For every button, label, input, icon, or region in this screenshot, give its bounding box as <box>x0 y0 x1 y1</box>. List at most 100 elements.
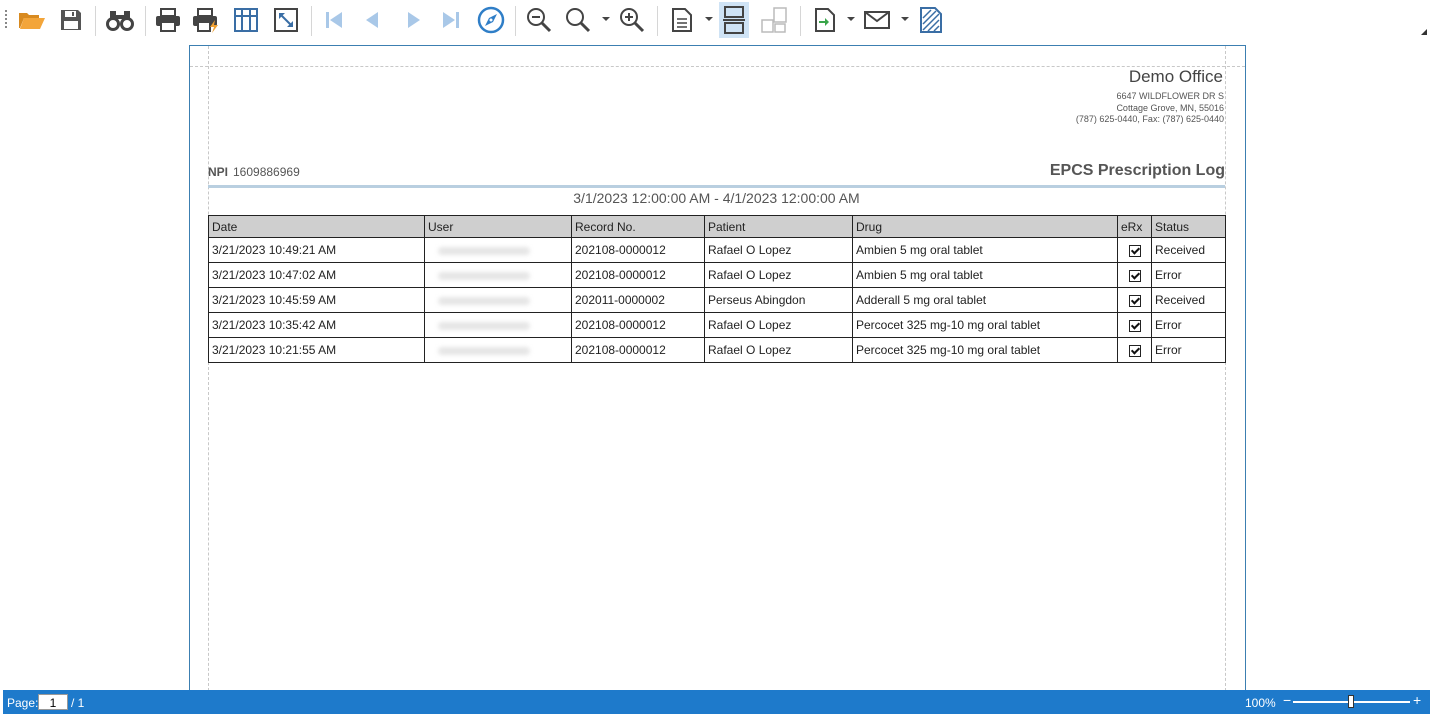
cell-date: 3/21/2023 10:35:42 AM <box>208 312 425 338</box>
column-header-user: User <box>424 215 572 238</box>
export-icon[interactable] <box>810 5 840 35</box>
column-header-patient: Patient <box>704 215 853 238</box>
toolbar-separator <box>145 6 146 36</box>
zoom-in-icon[interactable] <box>617 5 647 35</box>
column-header-drug: Drug <box>852 215 1118 238</box>
multiple-pages-icon[interactable] <box>759 5 789 35</box>
open-folder-icon[interactable] <box>17 5 47 35</box>
cell-date: 3/21/2023 10:21:55 AM <box>208 337 425 363</box>
cell-erx <box>1117 337 1152 363</box>
cell-erx <box>1117 262 1152 288</box>
cell-drug: Ambien 5 mg oral tablet <box>852 262 1118 288</box>
cell-patient: Perseus Abingdon <box>704 287 853 313</box>
save-icon[interactable] <box>56 5 86 35</box>
fit-page-icon[interactable] <box>271 5 301 35</box>
table-row: 3/21/2023 10:21:55 AM 202108-0000012 Raf… <box>208 337 1226 363</box>
table-row: 3/21/2023 10:35:42 AM 202108-0000012 Raf… <box>208 312 1226 338</box>
npi-label: NPI <box>208 165 229 179</box>
cell-drug: Ambien 5 mg oral tablet <box>852 237 1118 263</box>
zoom-icon[interactable] <box>563 5 593 35</box>
margin-guide <box>1225 46 1226 706</box>
margin-guide <box>190 66 1245 67</box>
office-address-line1: 6647 WILDFLOWER DR S <box>1116 91 1224 101</box>
cell-user-redacted <box>424 237 572 263</box>
erx-checkbox <box>1129 344 1141 357</box>
cell-date: 3/21/2023 10:45:59 AM <box>208 287 425 313</box>
zoom-minus-button[interactable]: − <box>1283 692 1291 708</box>
quick-print-icon[interactable] <box>191 5 221 35</box>
table-header-row: Date User Record No. Patient Drug eRx St… <box>208 215 1226 238</box>
erx-checkbox <box>1129 244 1141 257</box>
zoom-out-icon[interactable] <box>524 5 554 35</box>
npi-value: 1609886969 <box>233 165 300 179</box>
zoom-slider-thumb[interactable] <box>1348 695 1354 708</box>
export-dropdown-arrow[interactable] <box>847 17 855 21</box>
cell-drug: Adderall 5 mg oral tablet <box>852 287 1118 313</box>
cell-drug: Percocet 325 mg-10 mg oral tablet <box>852 337 1118 363</box>
cell-user-redacted <box>424 287 572 313</box>
toolbar-separator <box>515 6 516 36</box>
toolbar-separator <box>95 6 96 36</box>
first-page-icon[interactable] <box>319 5 349 35</box>
table-row: 3/21/2023 10:47:02 AM 202108-0000012 Raf… <box>208 262 1226 288</box>
toolbar-grip[interactable] <box>5 10 7 28</box>
column-header-status: Status <box>1151 215 1226 238</box>
send-email-icon[interactable] <box>862 5 892 35</box>
cell-record: 202108-0000012 <box>571 237 705 263</box>
continuous-page-icon[interactable] <box>719 2 749 38</box>
cell-drug: Percocet 325 mg-10 mg oral tablet <box>852 312 1118 338</box>
find-icon[interactable] <box>105 5 135 35</box>
page-label: Page: <box>7 696 39 710</box>
cell-status: Received <box>1151 237 1226 263</box>
next-page-icon[interactable] <box>399 5 429 35</box>
title-divider <box>208 185 1225 188</box>
cell-erx <box>1117 287 1152 313</box>
cell-record: 202108-0000012 <box>571 312 705 338</box>
page-setup-icon[interactable] <box>231 5 261 35</box>
status-bar: Page: 1 / 1 100% − + <box>3 690 1430 714</box>
redacted-user <box>438 346 530 355</box>
erx-checkbox <box>1129 294 1141 307</box>
redacted-user <box>438 271 530 280</box>
column-header-record: Record No. <box>571 215 705 238</box>
zoom-plus-button[interactable]: + <box>1413 692 1421 708</box>
toolbar-separator <box>800 6 801 36</box>
cell-user-redacted <box>424 312 572 338</box>
zoom-dropdown-arrow[interactable] <box>602 17 610 21</box>
table-row: 3/21/2023 10:45:59 AM 202011-0000002 Per… <box>208 287 1226 313</box>
print-icon[interactable] <box>153 5 183 35</box>
date-range: 3/1/2023 12:00:00 AM - 4/1/2023 12:00:00… <box>573 190 860 206</box>
office-name: Demo Office <box>1128 67 1223 86</box>
cell-status: Error <box>1151 262 1226 288</box>
current-page-input[interactable]: 1 <box>38 694 68 710</box>
cell-patient: Rafael O Lopez <box>704 262 853 288</box>
email-dropdown-arrow[interactable] <box>901 17 909 21</box>
toolbar-separator <box>657 6 658 36</box>
report-title: EPCS Prescription Log <box>1049 162 1225 179</box>
cell-patient: Rafael O Lopez <box>704 237 853 263</box>
cell-erx <box>1117 237 1152 263</box>
cell-erx <box>1117 312 1152 338</box>
cell-record: 202108-0000012 <box>571 337 705 363</box>
cell-status: Error <box>1151 312 1226 338</box>
column-header-date: Date <box>208 215 425 238</box>
watermark-icon[interactable] <box>916 5 946 35</box>
margin-guide <box>208 46 209 706</box>
table-row: 3/21/2023 10:49:21 AM 202108-0000012 Raf… <box>208 237 1226 263</box>
cell-patient: Rafael O Lopez <box>704 312 853 338</box>
erx-checkbox <box>1129 269 1141 282</box>
office-address-line2: Cottage Grove, MN, 55016 <box>1116 103 1224 113</box>
toolbar-separator <box>311 6 312 36</box>
single-page-icon[interactable] <box>667 5 697 35</box>
report-page: Demo Office 6647 WILDFLOWER DR S Cottage… <box>189 45 1246 706</box>
toolbar-overflow-icon[interactable] <box>1421 29 1427 35</box>
cell-status: Error <box>1151 337 1226 363</box>
column-header-erx: eRx <box>1117 215 1152 238</box>
page-total: / 1 <box>71 696 85 710</box>
navigate-icon[interactable] <box>476 5 506 35</box>
page-view-dropdown-arrow[interactable] <box>705 17 713 21</box>
last-page-icon[interactable] <box>436 5 466 35</box>
previous-page-icon[interactable] <box>357 5 387 35</box>
redacted-user <box>438 296 530 305</box>
office-phone: (787) 625-0440, Fax: (787) 625-0440 <box>1075 114 1224 124</box>
